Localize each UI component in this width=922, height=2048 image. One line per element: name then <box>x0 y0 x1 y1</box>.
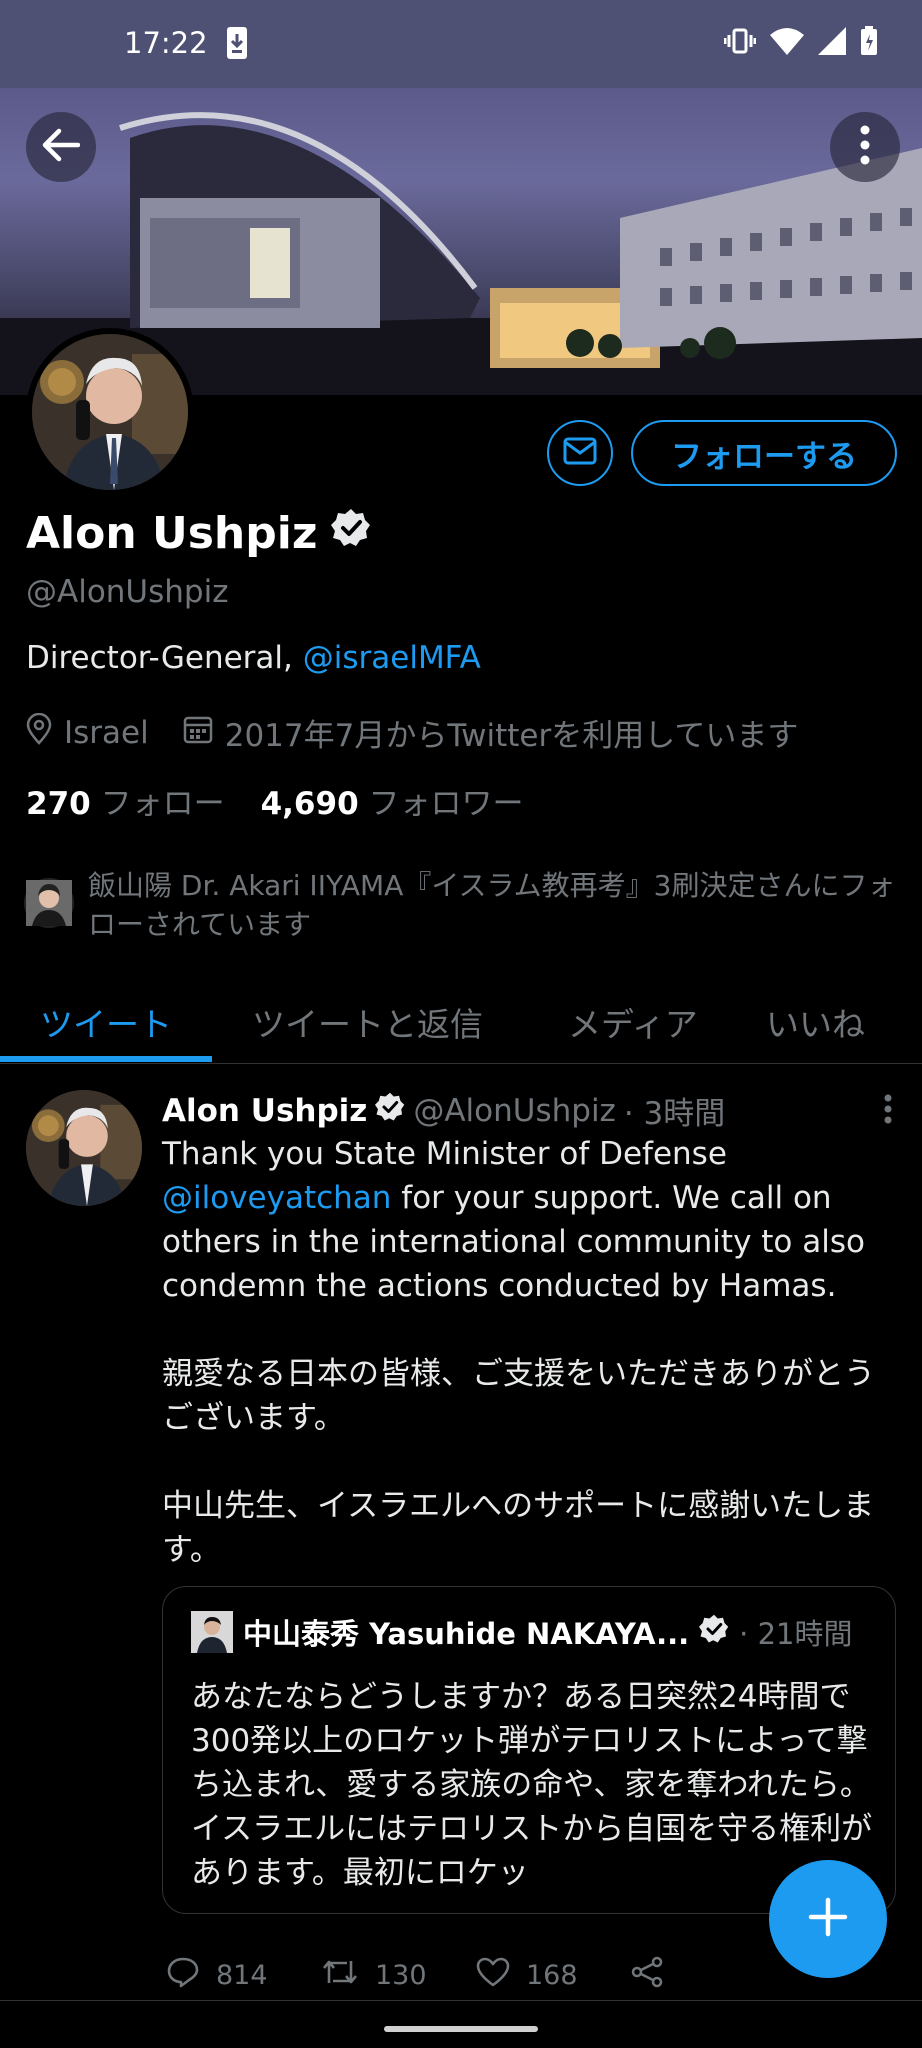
tweet-timestamp: · 3時間 <box>623 1096 726 1132</box>
tab-likes[interactable]: いいね <box>756 980 922 1064</box>
following-label: フォロー <box>100 786 225 822</box>
reply-button[interactable]: 814 <box>166 1956 321 1995</box>
tab-tweets-and-replies[interactable]: ツイートと返信 <box>212 980 526 1064</box>
profile-location: Israel <box>64 714 149 751</box>
followers-label: フォロワー <box>368 786 524 822</box>
tweet-text-1a: Thank you State Minister of Defense <box>162 1136 727 1172</box>
tweet-author-name[interactable]: Alon Ushpiz <box>162 1093 367 1129</box>
quoted-tweet[interactable]: 中山泰秀 Yasuhide NAKAYA... · 21時間 あなたならどうしま… <box>162 1586 896 1914</box>
profile-avatar[interactable] <box>26 328 194 496</box>
follow-button[interactable]: フォローする <box>631 420 897 486</box>
tweet-paragraph-1: Thank you State Minister of Defense @ilo… <box>162 1132 892 1308</box>
tweet-more-button[interactable] <box>884 1094 892 1128</box>
heart-icon <box>476 1957 510 1994</box>
message-button[interactable] <box>547 420 613 486</box>
reply-icon <box>166 1956 200 1995</box>
quoted-tweet-header: 中山泰秀 Yasuhide NAKAYA... · 21時間 <box>191 1611 852 1653</box>
like-button[interactable]: 168 <box>476 1956 631 1995</box>
followers-link[interactable]: 4,690 フォロワー <box>261 778 524 823</box>
envelope-icon <box>563 437 597 469</box>
tweet-paragraph-3: 中山先生、イスラエルへのサポートに感謝いたします。 <box>162 1488 875 1568</box>
tweet-item[interactable]: Alon Ushpiz @AlonUshpiz · 3時間 Thank you … <box>0 1066 922 2001</box>
back-button[interactable] <box>26 112 96 182</box>
profile-joined-date: 2017年7月からTwitterを利用しています <box>224 718 799 754</box>
share-button[interactable] <box>631 1956 786 1995</box>
plus-icon <box>808 1897 848 1941</box>
verified-badge-icon <box>699 1614 729 1651</box>
kebab-menu-icon <box>884 1094 892 1128</box>
compose-tweet-button[interactable] <box>769 1860 887 1978</box>
active-tab-indicator <box>0 1056 212 1062</box>
arrow-left-icon <box>42 128 81 166</box>
download-icon <box>226 26 248 60</box>
following-link[interactable]: 270 フォロー <box>26 778 225 823</box>
reply-count: 814 <box>216 1960 268 1991</box>
status-bar: 17:22 <box>0 0 922 88</box>
follower-avatar <box>24 878 74 928</box>
quoted-author-name: 中山泰秀 Yasuhide NAKAYA... <box>243 1617 690 1651</box>
wifi-icon <box>770 27 804 59</box>
signal-icon <box>818 27 846 59</box>
kebab-menu-icon <box>860 125 870 169</box>
verified-badge-icon <box>375 1092 405 1130</box>
following-count: 270 <box>26 786 91 822</box>
profile-meta: Israel 2017年7月からTwitterを利用しています <box>26 710 798 755</box>
location-pin-icon <box>26 712 52 753</box>
followed-by-text: 飯山陽 Dr. Akari IIYAMA『イスラム教再考』3刷決定さんにフォロー… <box>88 869 896 941</box>
profile-bio: Director-General, @israelMFA <box>26 640 481 676</box>
followed-by-row[interactable]: 飯山陽 Dr. Akari IIYAMA『イスラム教再考』3刷決定さんにフォロー… <box>24 866 896 944</box>
followers-count: 4,690 <box>260 786 359 822</box>
follow-counts: 270 フォロー 4,690 フォロワー <box>26 778 524 823</box>
tweet-author-avatar[interactable] <box>26 1090 142 1206</box>
profile-name-row: Alon Ushpiz <box>26 508 371 559</box>
quoted-author-avatar <box>191 1611 233 1653</box>
profile-handle: @AlonUshpiz <box>26 574 229 610</box>
tweet-paragraph-2: 親愛なる日本の皆様、ご支援をいただきありがとうございます。 <box>162 1356 875 1436</box>
status-time: 17:22 <box>124 26 208 60</box>
tweet-actions: 814 130 168 <box>166 1956 786 1995</box>
retweet-count: 130 <box>375 1960 427 1991</box>
gesture-nav-handle[interactable] <box>384 2026 538 2032</box>
tab-tweets[interactable]: ツイート <box>0 980 212 1064</box>
tweet-author-handle: @AlonUshpiz <box>413 1092 616 1129</box>
like-count: 168 <box>526 1960 578 1991</box>
quoted-tweet-body: あなたならどうしますか？ある日突然24時間で300発以上のロケット弾がテロリスト… <box>191 1679 873 1891</box>
verified-badge-icon <box>331 508 371 559</box>
retweet-icon <box>321 1957 359 1994</box>
retweet-button[interactable]: 130 <box>321 1956 476 1995</box>
tweet-body: Thank you State Minister of Defense @ilo… <box>162 1132 892 1616</box>
tweet-header: Alon Ushpiz @AlonUshpiz · 3時間 <box>162 1088 725 1133</box>
profile-tabs: ツイート ツイートと返信 メディア いいね <box>0 980 922 1064</box>
tab-media[interactable]: メディア <box>526 980 756 1064</box>
vibrate-icon <box>723 27 757 59</box>
battery-icon <box>860 26 878 60</box>
tweet-mention-link[interactable]: @iloveyatchan <box>162 1180 391 1216</box>
calendar-icon <box>183 714 213 752</box>
share-icon <box>631 1956 663 1995</box>
bio-mention-link[interactable]: @israelMFA <box>303 640 481 676</box>
profile-name: Alon Ushpiz <box>26 508 318 559</box>
bio-text: Director-General, <box>26 640 303 676</box>
quoted-timestamp: · 21時間 <box>739 1617 853 1651</box>
more-options-button[interactable] <box>830 112 900 182</box>
